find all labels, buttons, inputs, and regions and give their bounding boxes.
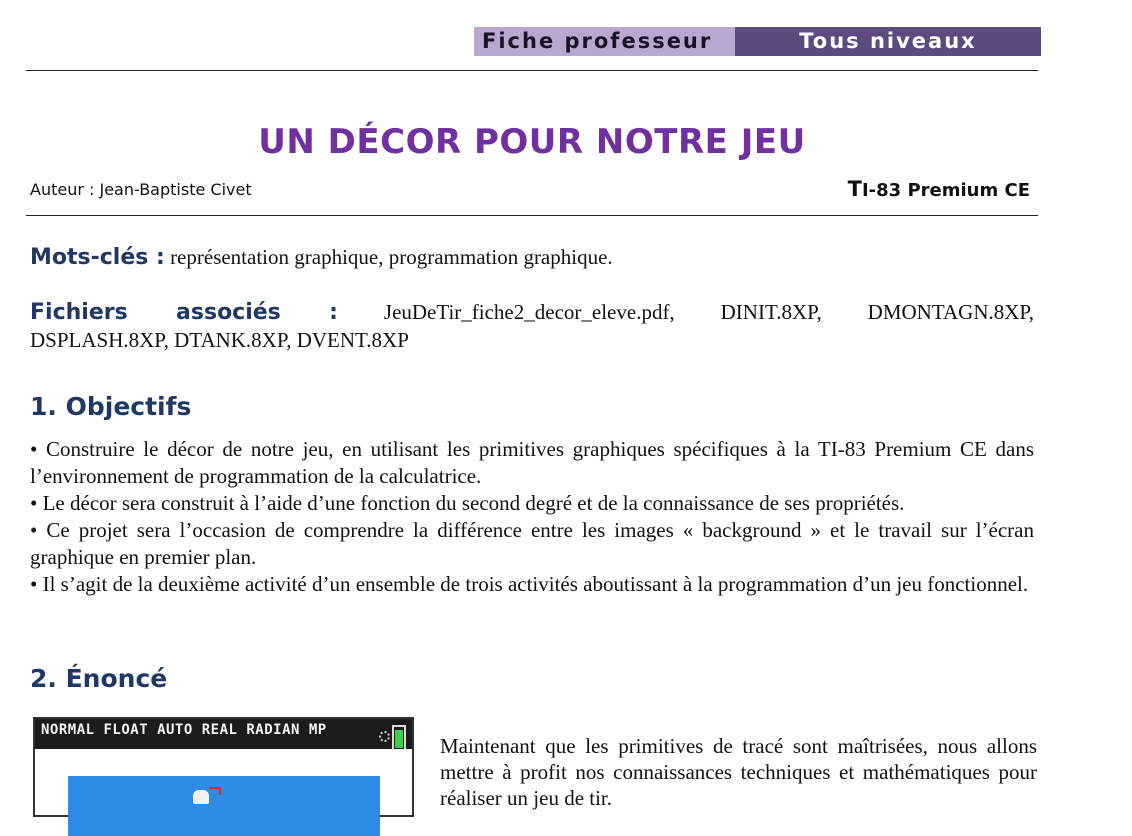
- files-text-line2: DSPLASH.8XP, DTANK.8XP, DVENT.8XP: [30, 328, 409, 352]
- keywords-label: Mots-clés :: [30, 245, 165, 270]
- section-heading-objectifs: 1. Objectifs: [30, 392, 192, 421]
- header-band-fiche: Fiche professeur: [474, 27, 735, 56]
- background-sky: [68, 776, 380, 836]
- header-band-niveaux: Tous niveaux: [735, 27, 1041, 56]
- calculator-model: TI-83 Premium CE: [848, 177, 1030, 201]
- keywords-text: représentation graphique, programmation …: [170, 245, 613, 269]
- section-heading-enonce: 2. Énoncé: [30, 664, 168, 693]
- files-paragraph: Fichiers associés : JeuDeTir_fiche2_deco…: [30, 299, 1034, 326]
- calculator-status-bar: NORMAL FLOAT AUTO REAL RADIAN MP: [41, 722, 327, 738]
- keywords-paragraph: Mots-clés : représentation graphique, pr…: [30, 244, 1034, 271]
- calculator-screenshot: NORMAL FLOAT AUTO REAL RADIAN MP: [33, 717, 414, 836]
- objective-item: • Le décor sera construit à l’aide d’une…: [30, 491, 905, 515]
- objective-item: • Ce projet sera l’occasion de comprendr…: [30, 518, 1034, 569]
- author-line: Auteur : Jean-Baptiste Civet: [30, 180, 252, 199]
- author-rule: [26, 215, 1038, 216]
- objective-item: • Il s’agit de la deuxième activité d’un…: [30, 572, 1029, 596]
- model-rest: I-83 Premium CE: [861, 180, 1030, 201]
- calculator-graph-screen: [35, 749, 412, 836]
- objective-item: • Construire le décor de notre jeu, en u…: [30, 437, 1034, 488]
- files-text-line1: JeuDeTir_fiche2_decor_eleve.pdf, DINIT.8…: [383, 300, 1035, 324]
- page-title: UN DÉCOR POUR NOTRE JEU: [258, 122, 806, 162]
- busy-indicator-icon: [379, 731, 390, 742]
- sprite-marker-icon: [209, 787, 221, 795]
- files-label: Fichiers associés :: [30, 300, 338, 325]
- model-initial: T: [847, 177, 862, 201]
- game-sprite-icon: [193, 790, 209, 804]
- enonce-paragraph: Maintenant que les primitives de tracé s…: [440, 734, 1037, 810]
- battery-icon: [392, 725, 406, 751]
- header-rule: [26, 70, 1038, 71]
- objectives-list: • Construire le décor de notre jeu, en u…: [30, 436, 1034, 598]
